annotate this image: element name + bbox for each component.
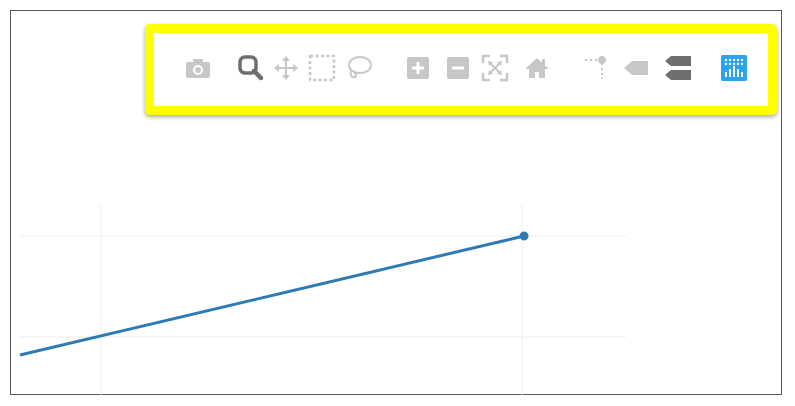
hover-closest-icon (624, 61, 648, 75)
zoom-button[interactable] (236, 53, 266, 83)
hover-closest-button[interactable] (621, 53, 651, 83)
camera-icon (186, 59, 210, 78)
plotly-logo-button[interactable] (719, 53, 749, 83)
autoscale-icon (481, 54, 509, 82)
zoom-out-button[interactable] (443, 53, 473, 83)
lasso-select-button[interactable] (344, 53, 374, 83)
download-plot-button[interactable] (183, 53, 213, 83)
autoscale-button[interactable] (480, 53, 510, 83)
home-icon (525, 58, 549, 78)
zoom-in-button[interactable] (403, 53, 433, 83)
lasso-icon (348, 56, 372, 79)
modebar-toolbar (145, 24, 777, 115)
box-select-icon (308, 54, 336, 82)
minus-square-icon (447, 57, 469, 79)
toggle-spike-lines-button[interactable] (581, 53, 611, 83)
hover-compare-button[interactable] (663, 53, 693, 83)
hover-compare-icon (665, 56, 691, 80)
pan-button[interactable] (271, 53, 301, 83)
reset-axes-button[interactable] (522, 53, 552, 83)
series-point[interactable] (519, 231, 529, 241)
spike-lines-icon (585, 56, 606, 79)
pan-arrows-icon (274, 56, 298, 80)
plotly-logo-icon (721, 55, 747, 81)
box-select-button[interactable] (307, 53, 337, 83)
zoom-magnifier-icon (238, 55, 264, 81)
plus-square-icon (407, 57, 429, 79)
